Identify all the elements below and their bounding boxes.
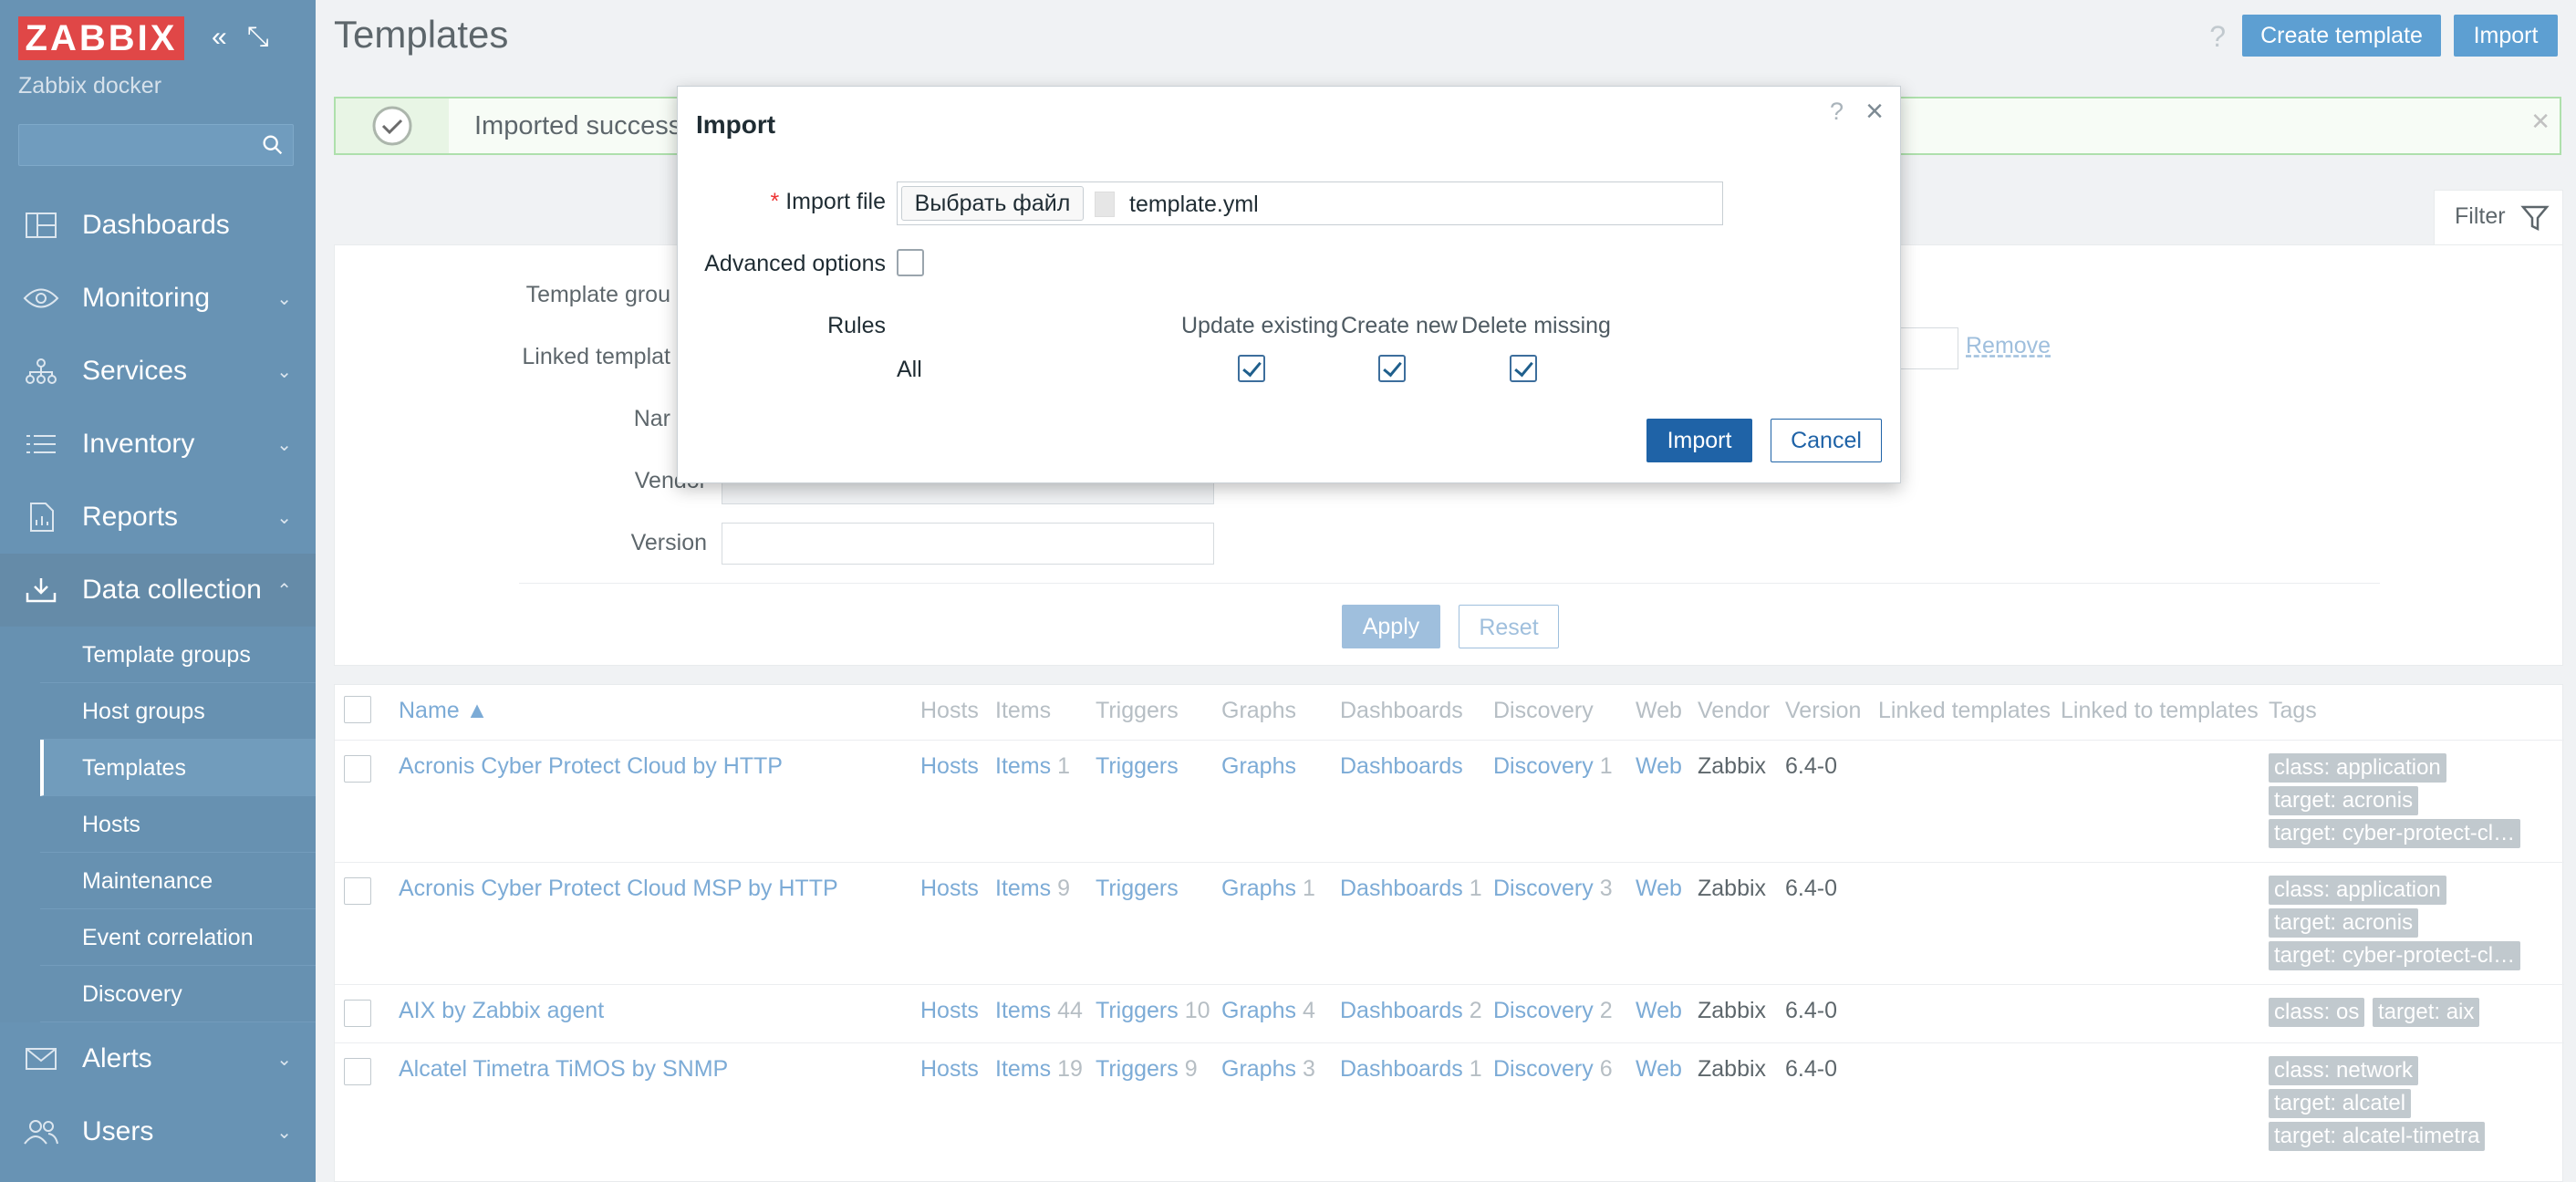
rules-column-update-existing: Update existing — [1181, 313, 1339, 338]
file-icon — [1095, 192, 1115, 217]
rules-column-create-new: Create new — [1341, 313, 1458, 338]
advanced-options-label: Advanced options — [704, 251, 886, 276]
all-update-existing-checkbox[interactable] — [1238, 355, 1265, 382]
import-dialog: Import ? × * Import file Выбрать файл te… — [677, 86, 1901, 483]
dialog-cancel-button[interactable]: Cancel — [1771, 419, 1882, 462]
all-delete-missing-checkbox[interactable] — [1510, 355, 1537, 382]
rule-all-label: All — [897, 357, 922, 382]
help-icon[interactable]: ? — [1830, 98, 1844, 126]
required-mark: * — [770, 189, 780, 214]
dialog-title: Import — [696, 110, 776, 139]
dialog-import-button[interactable]: Import — [1646, 419, 1752, 462]
advanced-options-checkbox[interactable] — [897, 249, 924, 276]
import-file-label: * Import file — [771, 189, 886, 215]
selected-file-name: template.yml — [1129, 192, 1259, 217]
close-icon[interactable]: × — [1865, 94, 1884, 130]
file-input[interactable]: Выбрать файл template.yml — [897, 181, 1723, 225]
import-file-label-text: Import file — [785, 189, 886, 214]
choose-file-button[interactable]: Выбрать файл — [901, 186, 1084, 221]
rules-label: Rules — [827, 313, 886, 338]
all-create-new-checkbox[interactable] — [1378, 355, 1406, 382]
rules-column-delete-missing: Delete missing — [1461, 313, 1611, 338]
